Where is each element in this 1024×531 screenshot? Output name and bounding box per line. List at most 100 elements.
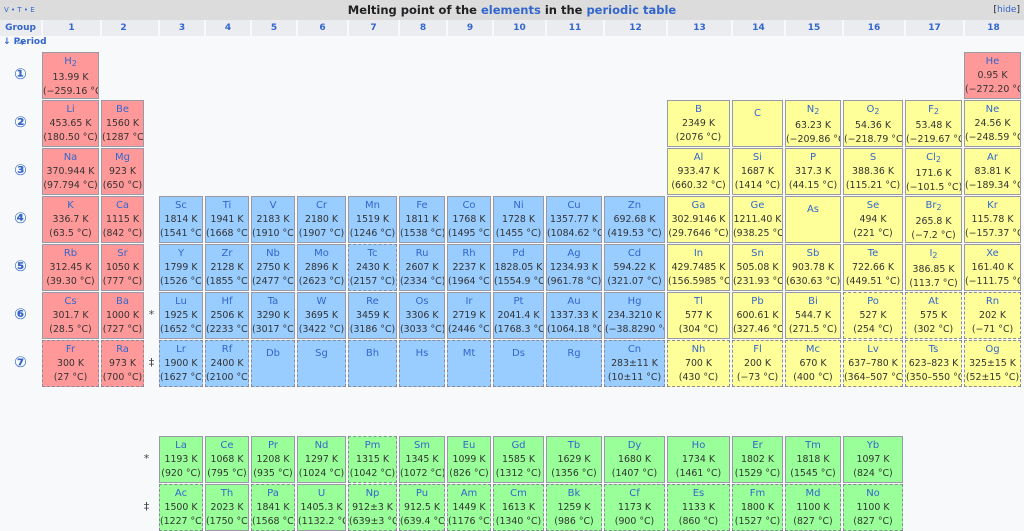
element-cell-cd[interactable]: Cd 594.22 K (321.07 °C) — [604, 244, 665, 291]
element-cell-am[interactable]: Am 1449 K (1176 °C) — [447, 484, 491, 531]
element-symbol[interactable]: Pt — [494, 295, 543, 309]
element-cell-cr[interactable]: Cr 2180 K (1907 °C) — [297, 196, 346, 243]
element-cell-la[interactable]: La 1193 K (920 °C) — [159, 436, 203, 483]
element-symbol[interactable]: Kr — [965, 199, 1020, 213]
element-symbol[interactable]: Cd — [605, 247, 664, 261]
element-cell-cl[interactable]: Cl2 171.6 K (−101.5 °C) — [905, 148, 962, 195]
element-symbol[interactable]: Ti — [206, 199, 248, 213]
element-cell-tb[interactable]: Tb 1629 K (1356 °C) — [546, 436, 602, 483]
element-symbol[interactable]: Al — [668, 151, 729, 165]
element-symbol[interactable]: Rf — [206, 343, 248, 357]
element-cell-ba[interactable]: Ba 1000 K (727 °C) — [101, 292, 144, 339]
element-symbol[interactable]: Pm — [349, 439, 396, 453]
element-cell-md[interactable]: Md 1100 K (827 °C) — [785, 484, 841, 531]
element-cell-sc[interactable]: Sc 1814 K (1541 °C) — [159, 196, 203, 243]
element-symbol[interactable]: Mo — [298, 247, 345, 261]
element-cell-n[interactable]: N263.23 K (−209.86 °C) — [785, 100, 841, 147]
group-header-1[interactable]: 1 — [41, 20, 100, 36]
element-cell-np[interactable]: Np 912±3 K (639±3 °C) — [348, 484, 397, 531]
element-symbol[interactable]: Sg — [298, 347, 345, 361]
group-header-12[interactable]: 12 — [603, 20, 666, 36]
element-symbol[interactable]: Cf — [605, 487, 664, 501]
element-cell-cf[interactable]: Cf 1173 K (900 °C) — [604, 484, 665, 531]
element-symbol[interactable]: Nb — [252, 247, 294, 261]
element-cell-es[interactable]: Es 1133 K (860 °C) — [667, 484, 730, 531]
element-cell-pu[interactable]: Pu 912.5 K (639.4 °C) — [399, 484, 445, 531]
periodic-table-link[interactable]: periodic table — [586, 3, 676, 17]
element-symbol[interactable]: Pu — [400, 487, 444, 501]
element-cell-ge[interactable]: Ge 1211.40 K (938.25 °C) — [732, 196, 783, 243]
element-symbol[interactable]: Ar — [965, 151, 1020, 165]
element-symbol[interactable]: Hs — [400, 347, 444, 361]
element-cell-hf[interactable]: Hf 2506 K (2233 °C) — [205, 292, 249, 339]
group-header-3[interactable]: 3 — [158, 20, 204, 36]
element-cell-pa[interactable]: Pa 1841 K (1568 °C) — [251, 484, 295, 531]
element-cell-si[interactable]: Si 1687 K (1414 °C) — [732, 148, 783, 195]
element-cell-li[interactable]: Li 453.65 K (180.50 °C) — [42, 100, 99, 147]
element-cell-rn[interactable]: Rn 202 K (−71 °C) — [964, 292, 1021, 339]
element-cell-mg[interactable]: Mg 923 K (650 °C) — [101, 148, 144, 195]
element-symbol[interactable]: Tc — [349, 247, 396, 261]
element-cell-in[interactable]: In 429.7485 K (156.5985 °C) — [667, 244, 730, 291]
hide-toggle[interactable]: [hide] — [994, 0, 1021, 20]
element-cell-pt[interactable]: Pt 2041.4 K (1768.3 °C) — [493, 292, 544, 339]
group-header-8[interactable]: 8 — [398, 20, 446, 36]
element-cell-cn[interactable]: Cn 283±11 K (10±11 °C) — [604, 340, 665, 387]
element-symbol[interactable]: Db — [252, 347, 294, 361]
hide-label[interactable]: hide — [997, 5, 1016, 15]
element-cell-tm[interactable]: Tm 1818 K (1545 °C) — [785, 436, 841, 483]
element-symbol[interactable]: B — [668, 103, 729, 117]
element-cell-au[interactable]: Au 1337.33 K (1064.18 °C) — [546, 292, 602, 339]
elements-link[interactable]: elements — [481, 3, 541, 17]
element-cell-ne[interactable]: Ne 24.56 K (−248.59 °C) — [964, 100, 1021, 147]
element-cell-pd[interactable]: Pd 1828.05 K (1554.9 °C) — [493, 244, 544, 291]
element-cell-ds[interactable]: Ds — [493, 340, 544, 387]
element-symbol[interactable]: Br2 — [906, 199, 961, 215]
element-cell-ac[interactable]: Ac 1500 K (1227 °C) — [159, 484, 203, 531]
element-symbol[interactable]: Co — [448, 199, 490, 213]
period-label-7[interactable]: ⑦ — [0, 353, 41, 371]
element-cell-te[interactable]: Te 722.66 K (449.51 °C) — [843, 244, 903, 291]
period-label-2[interactable]: ② — [0, 113, 41, 131]
element-symbol[interactable]: He — [965, 55, 1020, 69]
element-cell-nb[interactable]: Nb 2750 K (2477 °C) — [251, 244, 295, 291]
element-symbol[interactable]: Lv — [844, 343, 902, 357]
element-cell-f[interactable]: F2 53.48 K (−219.67 °C) — [905, 100, 962, 147]
period-label-6[interactable]: ⑥ — [0, 305, 41, 323]
period-label-1[interactable]: ① — [0, 65, 41, 83]
element-symbol[interactable]: Tm — [786, 439, 840, 453]
element-cell-fm[interactable]: Fm 1800 K (1527 °C) — [732, 484, 783, 531]
group-header-2[interactable]: 2 — [100, 20, 145, 36]
element-cell-tc[interactable]: Tc 2430 K (2157 °C) — [348, 244, 397, 291]
group-header-7[interactable]: 7 — [347, 20, 398, 36]
element-symbol[interactable]: Hf — [206, 295, 248, 309]
element-symbol[interactable]: At — [906, 295, 961, 309]
element-symbol[interactable]: As — [786, 203, 840, 217]
element-symbol[interactable]: Dy — [605, 439, 664, 453]
element-cell-og[interactable]: Og 325±15 K (52±15 °C) — [964, 340, 1021, 387]
element-symbol[interactable]: Cs — [43, 295, 98, 309]
element-cell-ir[interactable]: Ir 2719 K (2446 °C) — [447, 292, 491, 339]
element-symbol[interactable]: Gd — [494, 439, 543, 453]
element-symbol[interactable]: Y — [160, 247, 202, 261]
element-cell-mt[interactable]: Mt — [447, 340, 491, 387]
element-symbol[interactable]: Ca — [102, 199, 143, 213]
element-symbol[interactable]: Tb — [547, 439, 601, 453]
element-symbol[interactable]: Tl — [668, 295, 729, 309]
element-cell-ts[interactable]: Ts 623–823 K (350–550 °C) — [905, 340, 962, 387]
element-symbol[interactable]: Cm — [494, 487, 543, 501]
group-header-11[interactable]: 11 — [545, 20, 603, 36]
element-cell-kr[interactable]: Kr 115.78 K (−157.37 °C) — [964, 196, 1021, 243]
element-cell-dy[interactable]: Dy 1680 K (1407 °C) — [604, 436, 665, 483]
element-symbol[interactable]: Ce — [206, 439, 248, 453]
element-symbol[interactable]: Ac — [160, 487, 202, 501]
element-symbol[interactable]: Si — [733, 151, 782, 165]
element-cell-y[interactable]: Y 1799 K (1526 °C) — [159, 244, 203, 291]
element-cell-ar[interactable]: Ar 83.81 K (−189.34 °C) — [964, 148, 1021, 195]
element-symbol[interactable]: Te — [844, 247, 902, 261]
element-symbol[interactable]: Am — [448, 487, 490, 501]
element-cell-h[interactable]: H2 13.99 K (−259.16 °C) — [42, 52, 99, 99]
element-cell-lv[interactable]: Lv 637–780 K (364–507 °C) — [843, 340, 903, 387]
element-cell-ni[interactable]: Ni 1728 K (1455 °C) — [493, 196, 544, 243]
element-cell-as[interactable]: As — [785, 196, 841, 243]
